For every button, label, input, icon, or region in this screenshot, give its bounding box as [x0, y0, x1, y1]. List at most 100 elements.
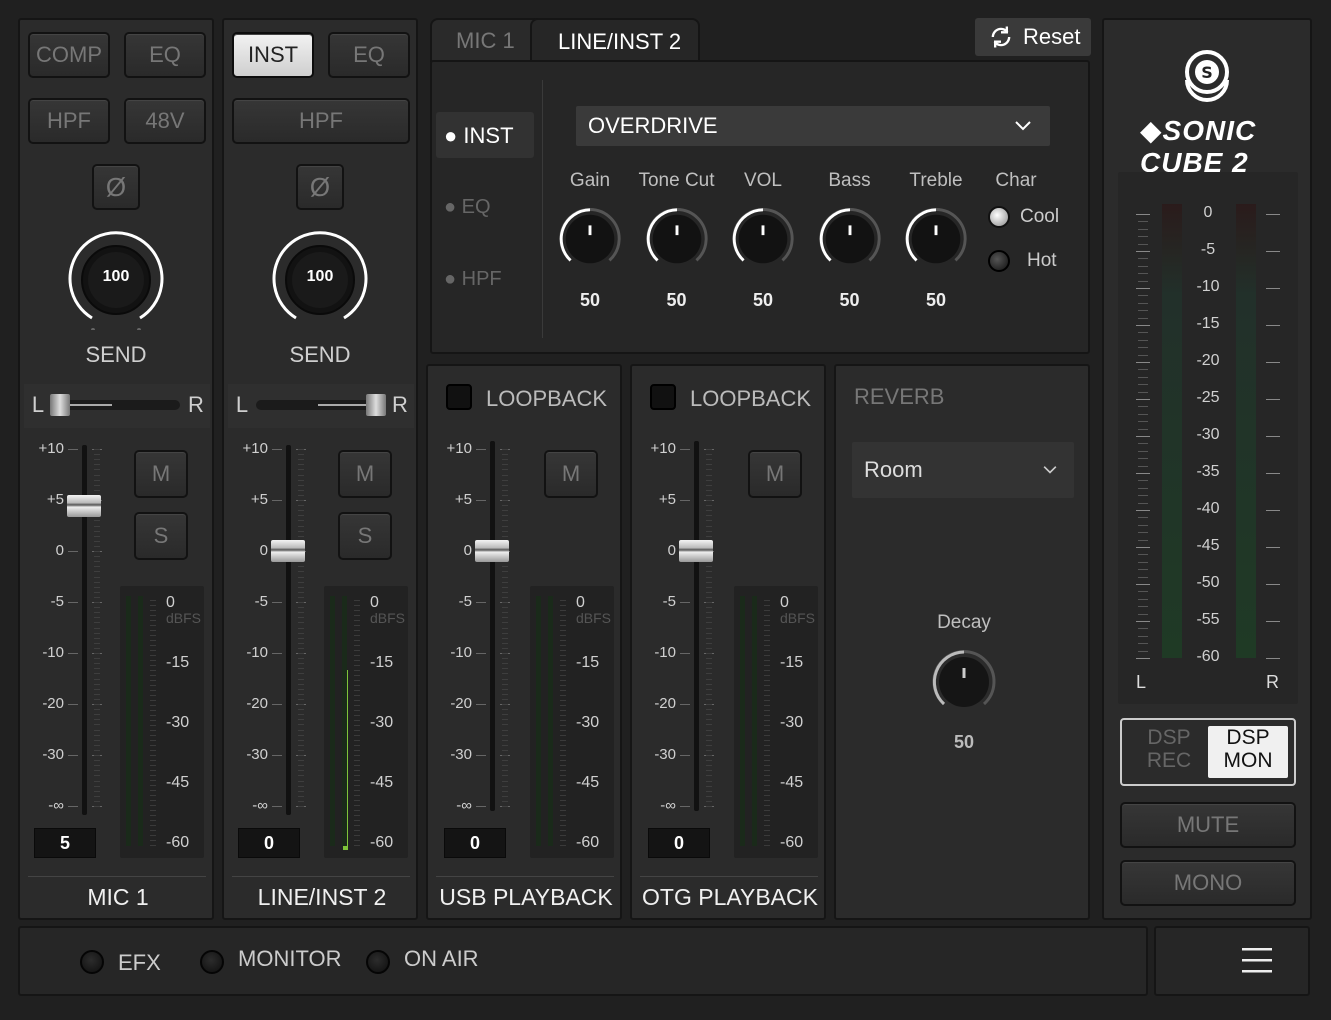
- dsp-toggle[interactable]: DSP REC DSP MON: [1120, 718, 1296, 786]
- knob-treble[interactable]: [901, 204, 971, 274]
- side-tab-inst[interactable]: ● INST: [444, 123, 514, 149]
- reverb-preset-dropdown[interactable]: Room: [852, 442, 1074, 498]
- reverb-panel: REVERB Room Decay 50: [834, 364, 1090, 920]
- hpf-button[interactable]: HPF: [28, 98, 110, 144]
- dsp-mon-option[interactable]: DSP MON: [1208, 726, 1288, 778]
- decay-knob[interactable]: [928, 646, 1000, 718]
- meter-tick: [150, 800, 156, 801]
- master-minor-tick: [1138, 554, 1148, 556]
- tab-line-inst2[interactable]: LINE/INST 2: [530, 18, 700, 64]
- tab-mic1[interactable]: MIC 1: [430, 18, 544, 62]
- fader-minor-tick: [706, 678, 712, 680]
- inst-button[interactable]: INST: [232, 32, 314, 78]
- master-tick: [1266, 325, 1280, 326]
- hpf-button[interactable]: HPF: [232, 98, 410, 144]
- fader-minor-tick: [706, 790, 712, 792]
- fader-minor-tick: [502, 744, 508, 746]
- fader-minor-tick: [706, 795, 712, 797]
- fader-minor-tick: [94, 704, 100, 705]
- knob-value: 50: [925, 290, 947, 310]
- fader-minor-tick: [298, 749, 304, 751]
- phantom-48v-button[interactable]: 48V: [124, 98, 206, 144]
- fader-value[interactable]: 0: [444, 828, 506, 858]
- side-tab-hpf[interactable]: ● HPF: [444, 268, 502, 291]
- fader-minor-tick: [298, 714, 304, 716]
- fader-minor-tick: [706, 464, 712, 466]
- pan-handle[interactable]: [366, 394, 386, 416]
- fader-minor-tick: [298, 505, 304, 507]
- meter-tick: [560, 670, 566, 671]
- side-tab-eq[interactable]: ● EQ: [444, 196, 491, 219]
- meter-tick: [150, 780, 156, 781]
- knob-gain[interactable]: [555, 204, 625, 274]
- fader-minor-tick: [502, 510, 508, 512]
- knob-tone-cut[interactable]: [642, 204, 712, 274]
- monitor-indicator[interactable]: [200, 950, 224, 974]
- knob-bass[interactable]: [815, 204, 885, 274]
- efx-indicator[interactable]: [80, 950, 104, 974]
- fader-minor-tick: [298, 729, 304, 731]
- loopback-checkbox[interactable]: [650, 384, 676, 410]
- eq-button[interactable]: EQ: [124, 32, 206, 78]
- on-air-indicator[interactable]: [366, 950, 390, 974]
- fader-minor-tick: [94, 693, 100, 695]
- phase-invert-button[interactable]: Ø: [296, 164, 344, 210]
- fader-minor-tick: [298, 581, 304, 583]
- master-minor-tick: [1138, 465, 1148, 467]
- char-label: Char: [995, 170, 1037, 191]
- fader-minor-tick: [706, 755, 712, 756]
- master-mute-button[interactable]: MUTE: [1120, 802, 1296, 848]
- master-mono-button[interactable]: MONO: [1120, 860, 1296, 906]
- fader-minor-tick: [298, 622, 304, 624]
- phase-invert-button[interactable]: Ø: [92, 164, 140, 210]
- mute-button[interactable]: M: [338, 450, 392, 498]
- meter-tick: [150, 650, 156, 651]
- hamburger-menu-icon[interactable]: [1242, 946, 1274, 976]
- master-minor-tick: [1138, 480, 1148, 482]
- fader-minor-tick: [298, 775, 304, 777]
- char-cool-radio[interactable]: [988, 206, 1010, 228]
- eq-button[interactable]: EQ: [328, 32, 410, 78]
- fader-handle[interactable]: [475, 540, 509, 562]
- reset-button[interactable]: Reset: [975, 18, 1091, 56]
- fader-minor-tick: [502, 449, 508, 450]
- master-tick: [1136, 362, 1150, 363]
- fader-handle[interactable]: [679, 540, 713, 562]
- fader-minor-tick: [706, 474, 712, 476]
- meter-tick: [150, 815, 156, 816]
- fader-minor-tick: [298, 780, 304, 782]
- meter-tick: [354, 710, 360, 711]
- fader-minor-tick: [94, 806, 100, 807]
- fader-value[interactable]: 0: [238, 828, 300, 858]
- mute-button[interactable]: M: [134, 450, 188, 498]
- fader-minor-tick: [298, 795, 304, 797]
- meter-tick: [560, 605, 566, 606]
- fader-value[interactable]: 0: [648, 828, 710, 858]
- dsp-rec-option[interactable]: DSP REC: [1128, 726, 1210, 778]
- loopback-label: LOOPBACK: [690, 386, 812, 411]
- fader-value[interactable]: 5: [34, 828, 96, 858]
- fader-track: [490, 441, 495, 811]
- solo-button[interactable]: S: [338, 512, 392, 560]
- fader-minor-tick: [502, 642, 508, 644]
- meter-scale-label: -15: [780, 654, 804, 671]
- fader-minor-tick: [706, 525, 712, 527]
- comp-button[interactable]: COMP: [28, 32, 110, 78]
- master-minor-tick: [1138, 310, 1148, 312]
- fader-minor-tick: [298, 449, 304, 450]
- preset-dropdown[interactable]: OVERDRIVE: [576, 106, 1050, 146]
- fader-minor-tick: [502, 505, 508, 507]
- loopback-checkbox[interactable]: [446, 384, 472, 410]
- char-hot-radio[interactable]: [988, 250, 1010, 272]
- mute-button[interactable]: M: [748, 450, 802, 498]
- meter-bar-right: [138, 596, 143, 846]
- fader-handle[interactable]: [271, 540, 305, 562]
- pan-handle[interactable]: [50, 394, 70, 416]
- fader-minor-tick: [502, 658, 508, 660]
- master-minor-tick: [1138, 258, 1148, 260]
- fader-minor-tick: [94, 673, 100, 675]
- fader-handle[interactable]: [67, 495, 101, 517]
- mute-button[interactable]: M: [544, 450, 598, 498]
- solo-button[interactable]: S: [134, 512, 188, 560]
- knob-vol[interactable]: [728, 204, 798, 274]
